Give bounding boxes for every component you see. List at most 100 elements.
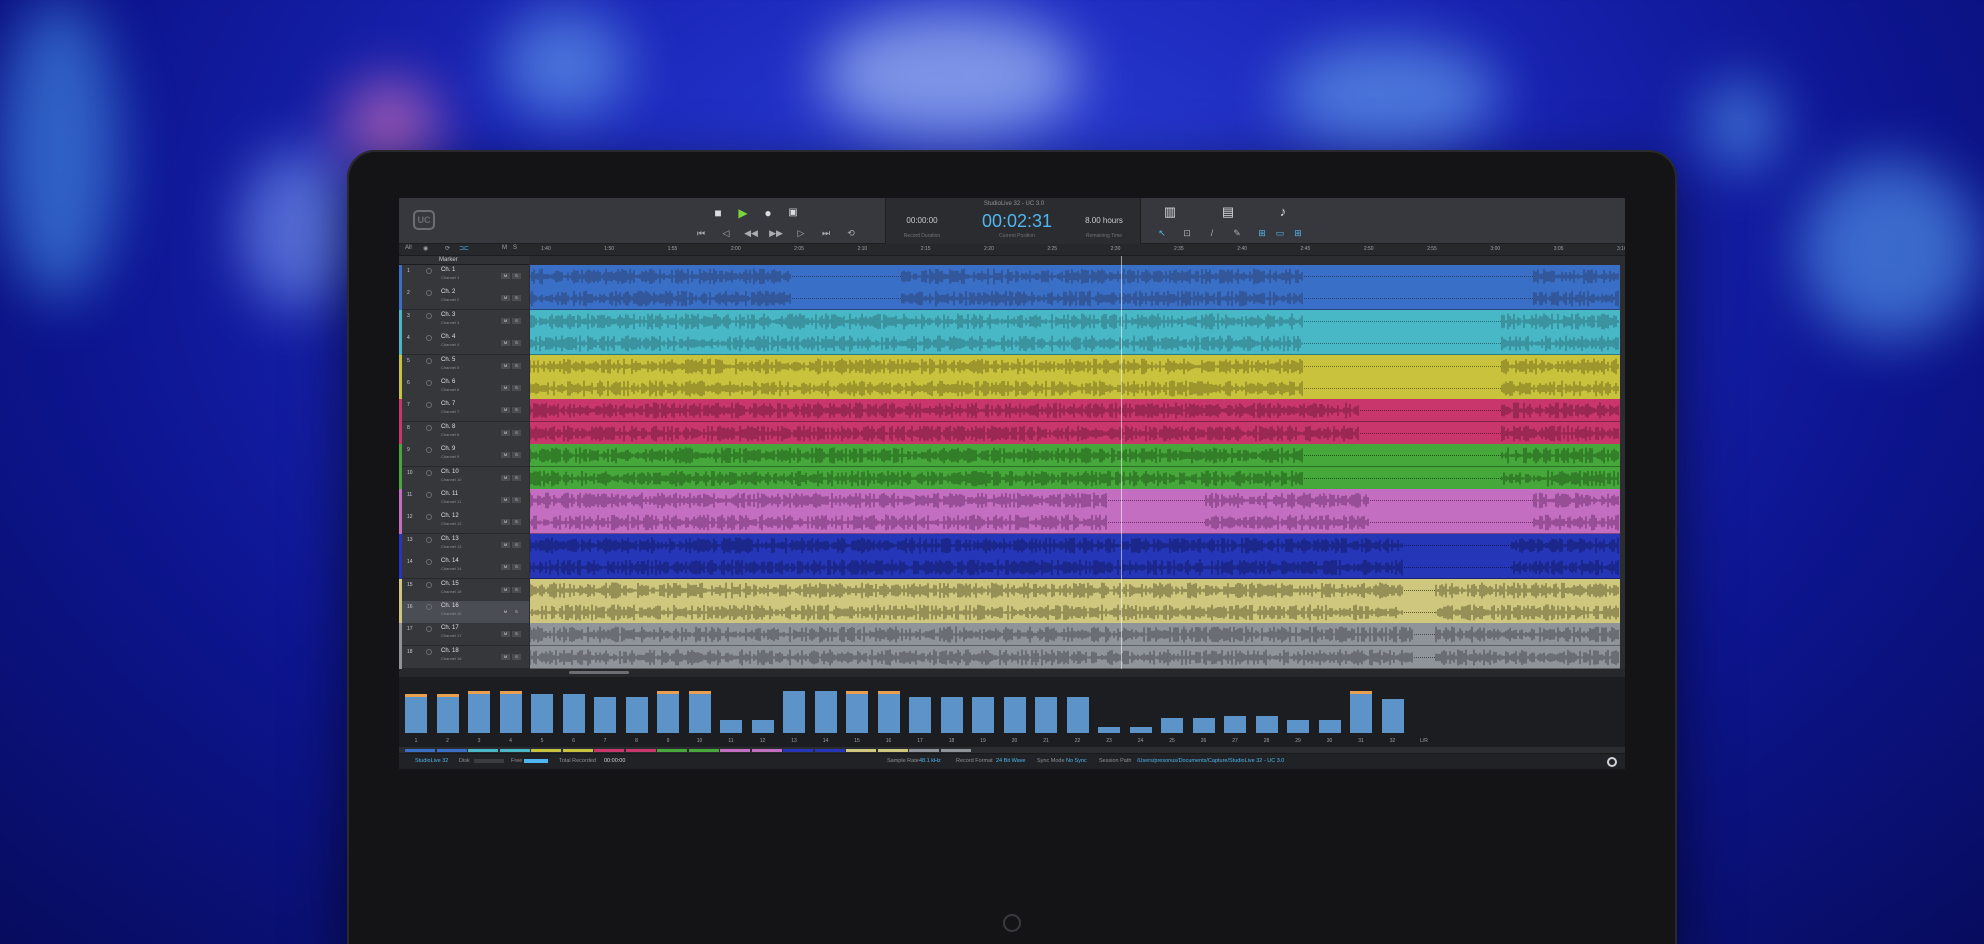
audio-lane[interactable] bbox=[530, 444, 1620, 468]
audio-lane[interactable] bbox=[530, 466, 1620, 490]
fit-icon[interactable]: ▭ bbox=[1272, 228, 1288, 239]
mute-button[interactable]: M bbox=[501, 586, 510, 593]
track-header[interactable]: 15 Ch. 15 Channel 15 M S bbox=[399, 578, 529, 602]
record-arm-icon[interactable] bbox=[426, 514, 432, 521]
sync-icon[interactable]: ⟳ bbox=[445, 245, 450, 252]
record-arm-icon[interactable] bbox=[426, 492, 432, 498]
mute-button[interactable]: M bbox=[501, 407, 510, 414]
solo-button[interactable]: S bbox=[512, 564, 521, 571]
track-header[interactable]: 3 Ch. 3 Channel 3 MS bbox=[399, 309, 529, 333]
track-name[interactable]: Ch. 16 bbox=[441, 603, 459, 609]
track-name[interactable]: Ch. 8 bbox=[441, 424, 455, 430]
mute-button[interactable]: M bbox=[501, 362, 510, 369]
track-header[interactable]: 11 Ch. 11 Channel 11 M S bbox=[399, 489, 529, 512]
solo-button[interactable]: S bbox=[512, 586, 521, 593]
solo-button[interactable]: S bbox=[512, 653, 521, 660]
audio-lane[interactable] bbox=[530, 533, 1620, 557]
mute-button[interactable]: M bbox=[501, 519, 510, 526]
track-name[interactable]: Ch. 12 bbox=[441, 513, 459, 519]
track-header[interactable]: 17 Ch. 17 Channel 17 M S bbox=[399, 623, 529, 647]
split-tool-icon[interactable]: / bbox=[1204, 228, 1220, 238]
track-name[interactable]: Ch. 15 bbox=[441, 581, 459, 587]
solo-button[interactable]: S bbox=[512, 631, 521, 638]
track-header[interactable]: 16 Ch. 16 Channel 16 M S bbox=[399, 601, 529, 624]
mute-button[interactable]: M bbox=[501, 653, 510, 660]
track-name[interactable]: Ch. 4 bbox=[441, 334, 455, 340]
track-name[interactable]: Ch. 11 bbox=[441, 491, 458, 497]
audio-lane[interactable] bbox=[530, 332, 1620, 356]
record-arm-icon[interactable] bbox=[426, 335, 432, 342]
track-name[interactable]: Ch. 3 bbox=[441, 312, 455, 318]
playhead[interactable] bbox=[1121, 256, 1122, 669]
scrollbar-thumb[interactable] bbox=[569, 671, 629, 674]
audio-lane[interactable] bbox=[530, 511, 1620, 535]
rewind-icon[interactable]: ◀◀ bbox=[743, 228, 759, 238]
input-icon[interactable]: ⊐⊏ bbox=[459, 245, 469, 252]
solo-button[interactable]: S bbox=[512, 497, 521, 503]
mute-button[interactable]: M bbox=[501, 541, 510, 548]
track-name[interactable]: Ch. 1 bbox=[441, 267, 455, 273]
solo-button[interactable]: S bbox=[512, 295, 521, 302]
tuner-icon[interactable]: ♪ bbox=[1274, 204, 1292, 219]
horizontal-scrollbar[interactable] bbox=[399, 669, 1625, 677]
track-name[interactable]: Ch. 6 bbox=[441, 379, 455, 385]
mute-button[interactable]: M bbox=[501, 497, 510, 503]
lock-icon[interactable]: ▣ bbox=[785, 206, 801, 220]
snap-icon[interactable]: ⊞ bbox=[1254, 228, 1270, 239]
solo-button[interactable]: S bbox=[512, 541, 521, 548]
audio-lane[interactable] bbox=[530, 623, 1620, 647]
solo-button[interactable]: S bbox=[512, 609, 521, 615]
zoom-icon[interactable]: ⊞ bbox=[1290, 228, 1306, 239]
audio-lane[interactable] bbox=[530, 556, 1620, 580]
record-arm-icon[interactable] bbox=[426, 648, 432, 655]
fast-forward-icon[interactable]: ▶▶ bbox=[768, 228, 784, 238]
track-name[interactable]: Ch. 17 bbox=[441, 625, 459, 631]
track-header[interactable]: 1 Ch. 1 Channel 1 MS bbox=[399, 265, 529, 288]
audio-lane[interactable] bbox=[530, 265, 1620, 288]
audio-lane[interactable] bbox=[530, 645, 1620, 669]
mute-button[interactable]: M bbox=[501, 273, 510, 279]
record-arm-icon[interactable] bbox=[426, 469, 432, 476]
solo-button[interactable]: S bbox=[512, 317, 521, 324]
all-tracks-button[interactable]: All bbox=[405, 245, 412, 251]
track-name[interactable]: Ch. 5 bbox=[441, 357, 455, 363]
eraser-tool-icon[interactable]: ✎ bbox=[1229, 228, 1245, 239]
record-arm-icon[interactable] bbox=[426, 380, 432, 386]
track-name[interactable]: Ch. 18 bbox=[441, 648, 459, 654]
record-arm-icon[interactable] bbox=[426, 290, 432, 297]
track-header[interactable]: 18 Ch. 18 Channel 18 M S bbox=[399, 645, 529, 669]
mute-button[interactable]: M bbox=[501, 317, 510, 324]
record-arm-icon[interactable] bbox=[426, 402, 432, 409]
track-name[interactable]: Ch. 7 bbox=[441, 401, 455, 407]
mute-button[interactable]: M bbox=[501, 340, 510, 347]
audio-lane[interactable] bbox=[530, 377, 1620, 400]
audio-lane[interactable] bbox=[530, 578, 1620, 602]
track-name[interactable]: Ch. 10 bbox=[441, 469, 459, 475]
play-icon[interactable]: ▶ bbox=[735, 206, 751, 220]
audio-lane[interactable] bbox=[530, 601, 1620, 624]
stop-icon[interactable]: ■ bbox=[710, 206, 726, 220]
audio-lane[interactable] bbox=[530, 421, 1620, 445]
track-header[interactable]: 7 Ch. 7 Channel 7 MS bbox=[399, 399, 529, 423]
track-name[interactable]: Ch. 9 bbox=[441, 446, 455, 452]
solo-button[interactable]: S bbox=[512, 452, 521, 459]
skip-back-icon[interactable]: ⏮ bbox=[693, 228, 709, 238]
record-arm-icon[interactable] bbox=[426, 604, 432, 610]
track-name[interactable]: Ch. 14 bbox=[441, 558, 459, 564]
save-icon[interactable]: ▤ bbox=[1219, 204, 1237, 220]
audio-lane[interactable] bbox=[530, 287, 1620, 311]
record-arm-icon[interactable] bbox=[426, 581, 432, 588]
loop-icon[interactable]: ⟲ bbox=[843, 228, 859, 238]
universal-control-logo-icon[interactable]: UC bbox=[413, 210, 435, 230]
mute-button[interactable]: M bbox=[501, 564, 510, 571]
solo-button[interactable]: S bbox=[512, 429, 521, 436]
mute-button[interactable]: M bbox=[501, 631, 510, 638]
record-arm-icon[interactable] bbox=[426, 357, 432, 364]
track-header[interactable]: 10 Ch. 10 Channel 10 M S bbox=[399, 466, 529, 490]
solo-button[interactable]: S bbox=[512, 407, 521, 414]
skip-forward-icon[interactable]: ⏭ bbox=[818, 228, 834, 238]
record-arm-icon[interactable] bbox=[426, 312, 432, 319]
mute-button[interactable]: M bbox=[501, 429, 510, 436]
track-name[interactable]: Ch. 2 bbox=[441, 289, 455, 295]
audio-lane[interactable] bbox=[530, 399, 1620, 423]
